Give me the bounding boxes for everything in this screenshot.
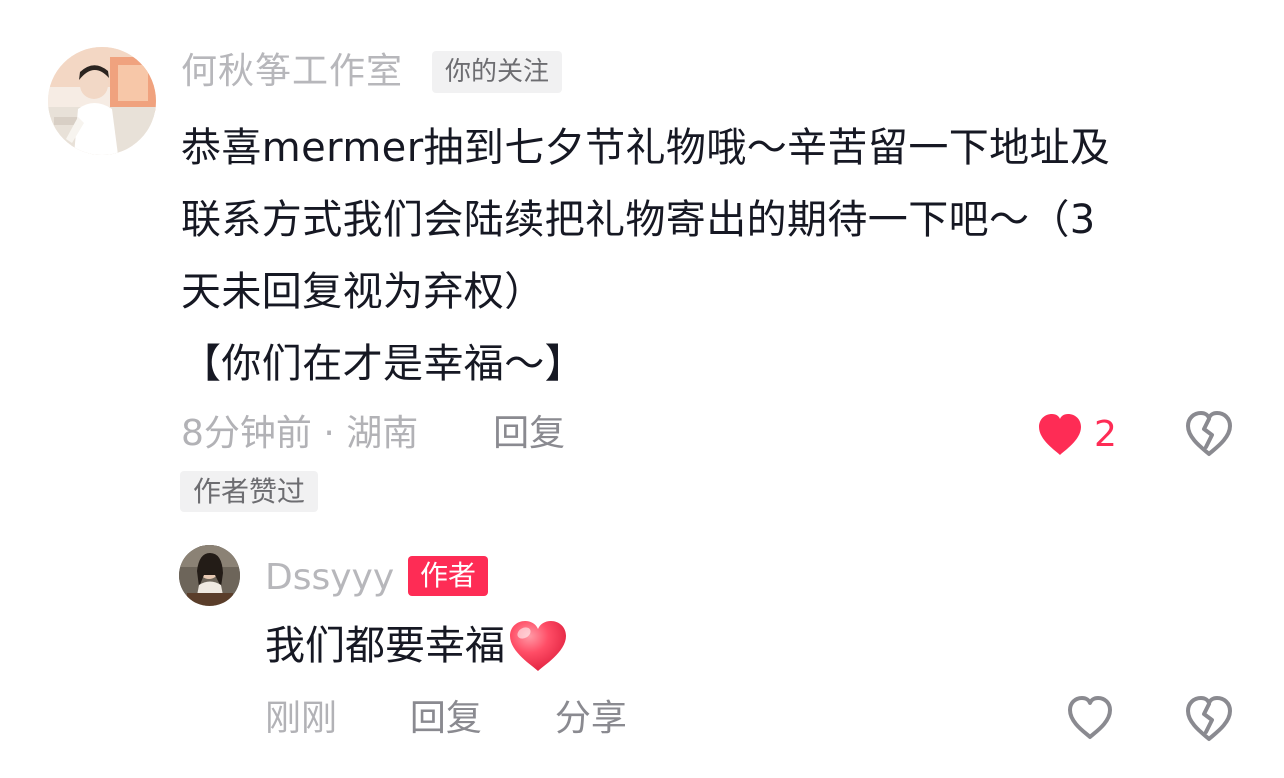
broken-heart-icon (1186, 696, 1232, 741)
author-badge: 作者 (408, 556, 489, 596)
following-badge: 你的关注 (432, 51, 563, 93)
reply-button[interactable]: 回复 (410, 698, 482, 739)
comment-meta: 8分钟前 · 湖南 回复 (181, 410, 565, 458)
reply-author-avatar[interactable] (179, 545, 240, 606)
avatar-image (179, 545, 240, 606)
reply-button[interactable]: 回复 (493, 413, 565, 454)
like-button[interactable]: 2 (1036, 410, 1117, 460)
reply-like-button[interactable] (1066, 696, 1114, 744)
reply-text-content: 我们都要幸福 (265, 623, 505, 669)
dislike-button[interactable] (1184, 411, 1234, 461)
heart-emoji-icon (510, 621, 566, 671)
heart-outline-icon (1068, 696, 1112, 739)
comment-author-name[interactable]: 何秋筝工作室 (181, 50, 403, 94)
reply-time: 刚刚 (265, 698, 338, 739)
reply-text: 我们都要幸福 (265, 616, 569, 676)
comment-text-line: 【你们在才是幸福～】 (181, 341, 585, 387)
broken-heart-icon (1186, 411, 1232, 456)
reply-author-name[interactable]: Dssyyy (265, 556, 394, 600)
comment-time-location: 8分钟前 · 湖南 (181, 413, 419, 454)
comment-text-line: 联系方式我们会陆续把礼物寄出的期待一下吧～（3 (181, 197, 1096, 243)
comment-text-line: 恭喜mermer抽到七夕节礼物哦～辛苦留一下地址及 (181, 125, 1111, 171)
comment-text: 恭喜mermer抽到七夕节礼物哦～辛苦留一下地址及 联系方式我们会陆续把礼物寄出… (181, 112, 1241, 400)
reply-meta: 刚刚 回复 分享 (265, 695, 627, 743)
author-avatar[interactable] (48, 47, 156, 155)
avatar-image (48, 47, 156, 155)
heart-filled-icon (1039, 414, 1081, 455)
like-count: 2 (1094, 414, 1117, 455)
reply-dislike-button[interactable] (1184, 696, 1234, 746)
share-button[interactable]: 分享 (555, 698, 627, 739)
author-liked-badge: 作者赞过 (180, 471, 319, 512)
comment-text-line: 天未回复视为弃权） (181, 269, 545, 315)
